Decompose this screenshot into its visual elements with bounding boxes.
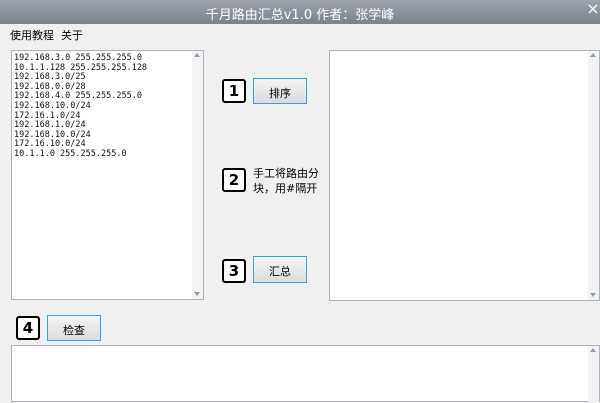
check-scrollbar[interactable] <box>588 346 599 403</box>
route-input-box[interactable]: 192.168.3.0 255.255.255.0 10.1.1.128 255.… <box>11 50 204 300</box>
route-input-text[interactable]: 192.168.3.0 255.255.255.0 10.1.1.128 255.… <box>14 53 147 160</box>
check-button[interactable]: 检查 <box>47 315 101 341</box>
step-2-badge: 2 <box>222 168 246 192</box>
step-1-badge: 1 <box>222 79 246 103</box>
scroll-up-icon[interactable] <box>590 348 596 352</box>
check-button-label: 检查 <box>63 324 85 337</box>
input-scrollbar[interactable] <box>192 51 203 299</box>
sort-button-label: 排序 <box>269 87 291 100</box>
step-4-badge: 4 <box>16 316 40 340</box>
title-bar: 千月路由汇总v1.0 作者：张学峰 × <box>0 0 600 24</box>
menu-item-tutorial[interactable]: 使用教程 <box>10 27 54 43</box>
step-3-badge: 3 <box>222 259 246 283</box>
sort-button[interactable]: 排序 <box>253 78 307 104</box>
summarize-button-label: 汇总 <box>269 265 291 278</box>
menu-item-about[interactable]: 关于 <box>61 27 83 43</box>
step-2-note-line2: 块，用#隔开 <box>253 182 318 195</box>
summarize-button[interactable]: 汇总 <box>253 256 307 283</box>
result-box[interactable] <box>329 50 600 301</box>
scroll-up-icon[interactable] <box>590 53 596 57</box>
scroll-down-icon[interactable] <box>590 293 596 297</box>
route-line: 10.1.1.0 255.255.255.0 <box>14 148 127 159</box>
close-icon[interactable]: × <box>586 1 600 17</box>
scroll-down-icon[interactable] <box>194 292 200 296</box>
window-title: 千月路由汇总v1.0 作者：张学峰 <box>205 8 395 23</box>
menu-bar: 使用教程 关于 <box>0 24 600 44</box>
scroll-up-icon[interactable] <box>194 53 200 57</box>
check-output-box[interactable] <box>11 345 600 403</box>
result-scrollbar[interactable] <box>588 51 599 300</box>
step-2-note: 手工将路由分 块，用#隔开 <box>253 166 319 196</box>
step-2-note-line1: 手工将路由分 <box>253 167 319 180</box>
